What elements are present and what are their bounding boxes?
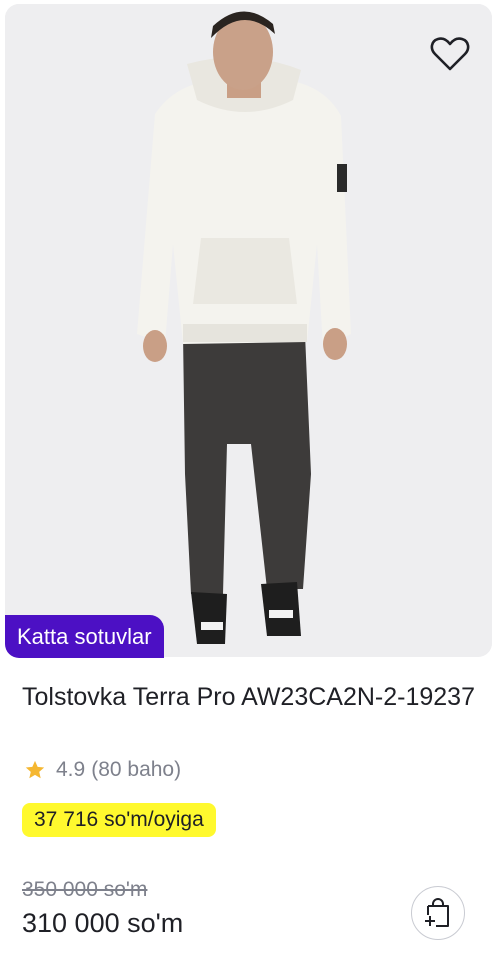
add-to-cart-bag-icon: [425, 898, 449, 927]
rating-value: 4.9: [56, 758, 86, 781]
heart-icon: [430, 37, 470, 71]
bestseller-badge: Katta sotuvlar: [5, 615, 164, 658]
rating: 4.9 (80 baho): [24, 758, 181, 782]
add-to-cart-button[interactable]: [411, 886, 465, 940]
product-photo: [5, 4, 492, 657]
favorite-button[interactable]: [428, 32, 472, 76]
product-card[interactable]: Katta sotuvlar Tolstovka Terra Pro AW23C…: [0, 0, 492, 968]
product-image[interactable]: [5, 4, 492, 657]
current-price: 310 000 so'm: [22, 908, 184, 938]
star-icon: [25, 760, 45, 779]
installment-badge: 37 716 so'm/oyiga: [22, 803, 216, 837]
old-price: 350 000 so'm: [22, 878, 148, 901]
product-title[interactable]: Tolstovka Terra Pro AW23CA2N-2-19237: [22, 680, 482, 715]
reviews-count: (80 baho): [91, 758, 182, 781]
